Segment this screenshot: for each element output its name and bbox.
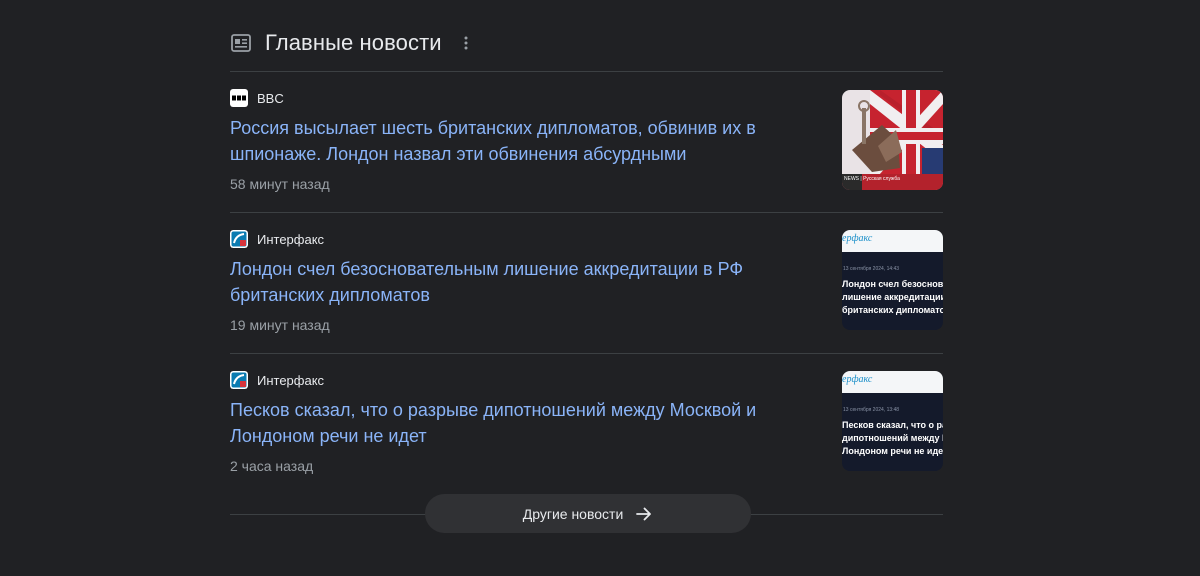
thumbnail-text-line: Лондон счел безоснова <box>842 279 943 289</box>
article-time: 19 минут назад <box>230 317 330 333</box>
source-name: Интерфакс <box>257 231 325 247</box>
interfax-logo <box>230 230 248 248</box>
news-article[interactable]: BBC Россия высылает шесть британских дип… <box>230 89 943 229</box>
top-stories-header: Главные новости <box>230 26 943 60</box>
source-name: BBC <box>257 90 284 106</box>
interfax-card-thumbnail[interactable]: ерфакс 13 сентября 2024, 14:43 Лондон сч… <box>842 230 943 330</box>
top-stories-panel: Главные новости BBC Россия высылает шест… <box>230 0 943 576</box>
more-news-label: Другие новости <box>522 505 624 522</box>
article-headline[interactable]: Песков сказал, что о разрыве дипотношени… <box>230 397 790 449</box>
bbc-logo <box>230 89 248 107</box>
section-title: Главные новости <box>265 30 442 55</box>
article-headline[interactable]: Россия высылает шесть британских диплома… <box>230 115 790 167</box>
article-source: Интерфакс <box>230 371 324 389</box>
interfax-logo <box>230 371 248 389</box>
thumbnail-date: 13 сентября 2024, 13:48 <box>843 407 900 413</box>
thumbnail-text-line: Песков сказал, что о ра <box>842 420 943 430</box>
source-name: Интерфакс <box>257 372 325 388</box>
news-article[interactable]: Интерфакс Песков сказал, что о разрыве д… <box>230 371 943 511</box>
divider <box>230 353 943 354</box>
interfax-card-thumbnail[interactable]: ерфакс 13 сентября 2024, 13:48 Песков ск… <box>842 371 943 471</box>
divider <box>230 212 943 213</box>
uk-flag-news-thumbnail[interactable]: NEWS | Русская служба <box>842 90 943 190</box>
thumbnail-brand: ерфакс <box>842 374 873 385</box>
news-article[interactable]: Интерфакс Лондон счел безосновательным л… <box>230 230 943 370</box>
more-vert-icon[interactable] <box>460 33 472 53</box>
thumbnail-text-line: британских дипломатов <box>842 305 943 315</box>
thumbnail-brand: ерфакс <box>842 233 873 244</box>
thumbnail-text-line: Лондоном речи не идет <box>842 446 943 456</box>
article-source: BBC <box>230 89 284 107</box>
article-time: 2 часа назад <box>230 458 314 474</box>
divider <box>230 71 943 72</box>
article-headline[interactable]: Лондон счел безосновательным лишение акк… <box>230 256 790 308</box>
thumbnail-caption: NEWS | Русская служба <box>844 176 900 182</box>
thumbnail-text-line: дипотношений между М <box>842 433 943 443</box>
more-news-button[interactable]: Другие новости <box>425 494 751 533</box>
newspaper-icon <box>230 32 252 54</box>
thumbnail-text-line: лишение аккредитации <box>842 292 943 302</box>
article-source: Интерфакс <box>230 230 324 248</box>
article-time: 58 минут назад <box>230 176 330 192</box>
thumbnail-date: 13 сентября 2024, 14:43 <box>843 266 900 272</box>
arrow-right-icon <box>635 505 653 523</box>
